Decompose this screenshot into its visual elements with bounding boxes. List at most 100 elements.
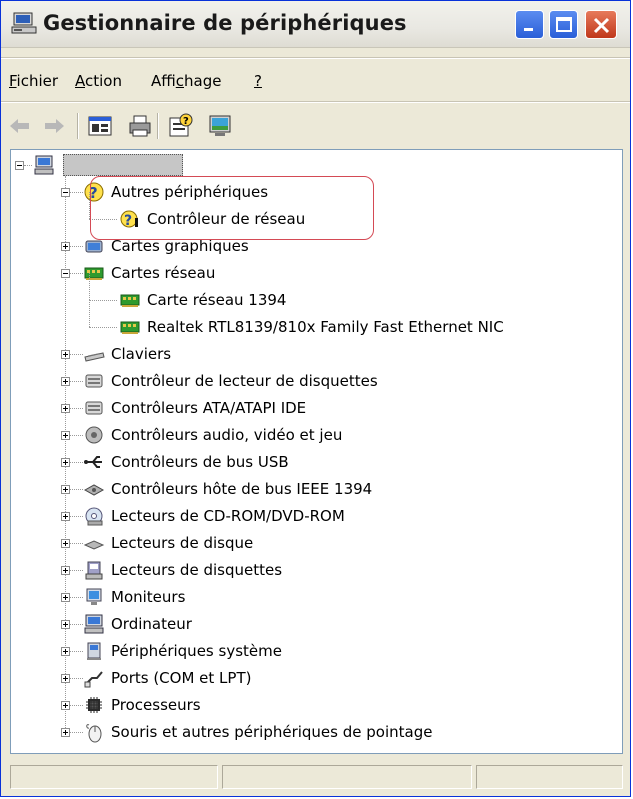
tree-connector (70, 489, 83, 490)
scan-hardware-icon[interactable] (207, 113, 233, 139)
tree-connector (70, 435, 83, 436)
tree-category-item[interactable]: Contrôleurs ATA/ATAPI IDE (83, 395, 306, 421)
tree-category-item[interactable]: Processeurs (83, 692, 201, 718)
expand-toggle[interactable] (61, 647, 70, 656)
minimize-button[interactable] (515, 10, 544, 39)
collapse-toggle[interactable] (15, 161, 24, 170)
floppy-controller-icon (85, 374, 103, 388)
tree-item-label: Contrôleurs audio, vidéo et jeu (111, 426, 343, 444)
tree-connector (70, 597, 83, 598)
tree-category-item[interactable]: Souris et autres périphériques de pointa… (83, 719, 432, 745)
menu-help[interactable]: ? (254, 72, 262, 90)
tree-connector (89, 273, 90, 300)
tree-connector (89, 300, 90, 327)
toolbar-separator-highlight (1, 102, 630, 103)
tree-connector (70, 678, 83, 679)
tree-category-item[interactable]: Lecteurs de CD-ROM/DVD-ROM (83, 503, 345, 529)
tree-child-item[interactable]: Realtek RTL8139/810x Family Fast Etherne… (119, 314, 504, 340)
tree-item-label: Lecteurs de disquettes (111, 561, 283, 579)
tree-category-item[interactable]: Moniteurs (83, 584, 185, 610)
ide-controller-icon (85, 401, 103, 415)
audio-icon (85, 426, 103, 444)
tree-item-label: Realtek RTL8139/810x Family Fast Etherne… (147, 318, 504, 336)
expand-toggle[interactable] (61, 539, 70, 548)
tree-item-label: Souris et autres périphériques de pointa… (111, 723, 433, 741)
status-bar (10, 761, 623, 791)
tree-connector (70, 543, 83, 544)
network-adapter-icon (84, 267, 104, 280)
expand-toggle[interactable] (61, 377, 70, 386)
tree-connector (70, 651, 83, 652)
tree-connector (70, 570, 83, 571)
tree-item-label: Lecteurs de CD-ROM/DVD-ROM (111, 507, 345, 525)
tree-item-label: Claviers (111, 345, 172, 363)
tree-root-computer[interactable] (33, 152, 183, 178)
computer-name-label (63, 154, 183, 176)
menu-affichage[interactable]: Affichage (151, 72, 221, 90)
expand-toggle[interactable] (61, 701, 70, 710)
menu-fichier[interactable]: Fichier (9, 72, 58, 90)
tree-category-item[interactable]: Contrôleurs hôte de bus IEEE 1394 (83, 476, 372, 502)
expand-toggle[interactable] (61, 566, 70, 575)
cdrom-icon (85, 507, 103, 526)
tree-category-item[interactable]: Claviers (83, 341, 171, 367)
tree-category-item[interactable]: Cartes réseau (83, 260, 215, 286)
tree-connector (89, 300, 117, 301)
forward-arrow-icon[interactable] (41, 113, 67, 139)
tree-connector (89, 327, 117, 328)
title-bar[interactable]: Gestionnaire de périphériques (1, 1, 630, 48)
tree-item-label: Ports (COM et LPT) (111, 669, 252, 687)
status-pane (222, 765, 472, 789)
tree-connector (70, 192, 83, 193)
expand-toggle[interactable] (61, 404, 70, 413)
menu-action[interactable]: Action (75, 72, 122, 90)
device-manager-app-icon (11, 12, 37, 34)
tree-category-item[interactable]: Contrôleur de lecteur de disquettes (83, 368, 378, 394)
tree-category-item[interactable]: Ordinateur (83, 611, 192, 637)
expand-toggle[interactable] (61, 485, 70, 494)
tree-item-label: Contrôleurs de bus USB (111, 453, 289, 471)
expand-toggle[interactable] (61, 674, 70, 683)
tree-child-item[interactable]: Carte réseau 1394 (119, 287, 286, 313)
device-tree[interactable]: ? Autres périphériques? Contrôleur de rése… (10, 149, 623, 754)
tree-item-label: Contrôleur de lecteur de disquettes (111, 372, 378, 390)
tree-connector (70, 732, 83, 733)
expand-toggle[interactable] (61, 350, 70, 359)
tree-category-item[interactable]: Lecteurs de disquettes (83, 557, 282, 583)
collapse-toggle[interactable] (61, 269, 70, 278)
print-icon[interactable] (127, 113, 153, 139)
expand-toggle[interactable] (61, 620, 70, 629)
back-arrow-icon[interactable] (7, 113, 33, 139)
help-icon[interactable]: ? (167, 113, 193, 139)
tree-connector (70, 462, 83, 463)
close-button[interactable] (585, 10, 617, 39)
tree-connector (24, 165, 32, 166)
collapse-toggle[interactable] (61, 188, 70, 197)
tree-item-label: Contrôleurs ATA/ATAPI IDE (111, 399, 307, 417)
mouse-icon (86, 724, 102, 743)
tree-category-item[interactable]: Périphériques système (83, 638, 282, 664)
tree-category-item[interactable]: Contrôleurs de bus USB (83, 449, 289, 475)
expand-toggle[interactable] (61, 512, 70, 521)
expand-toggle[interactable] (61, 242, 70, 251)
tree-item-label: Processeurs (111, 696, 201, 714)
minimize-icon (524, 28, 533, 31)
tree-connector (70, 246, 83, 247)
tree-category-item[interactable]: Contrôleurs audio, vidéo et jeu (83, 422, 342, 448)
expand-toggle[interactable] (61, 728, 70, 737)
expand-toggle[interactable] (61, 458, 70, 467)
tree-category-item[interactable]: Lecteurs de disque (83, 530, 253, 556)
tree-item-label: Lecteurs de disque (111, 534, 254, 552)
tree-item-label: Contrôleurs hôte de bus IEEE 1394 (111, 480, 373, 498)
computer-icon (84, 614, 104, 634)
computer-icon (34, 155, 54, 175)
tree-item-label: Moniteurs (111, 588, 186, 606)
expand-toggle[interactable] (61, 431, 70, 440)
monitor-icon (86, 588, 102, 605)
tree-item-label: Carte réseau 1394 (147, 291, 287, 309)
maximize-button[interactable] (549, 10, 578, 39)
properties-icon[interactable] (87, 113, 113, 139)
tree-category-item[interactable]: Ports (COM et LPT) (83, 665, 251, 691)
system-device-icon (87, 642, 101, 660)
expand-toggle[interactable] (61, 593, 70, 602)
